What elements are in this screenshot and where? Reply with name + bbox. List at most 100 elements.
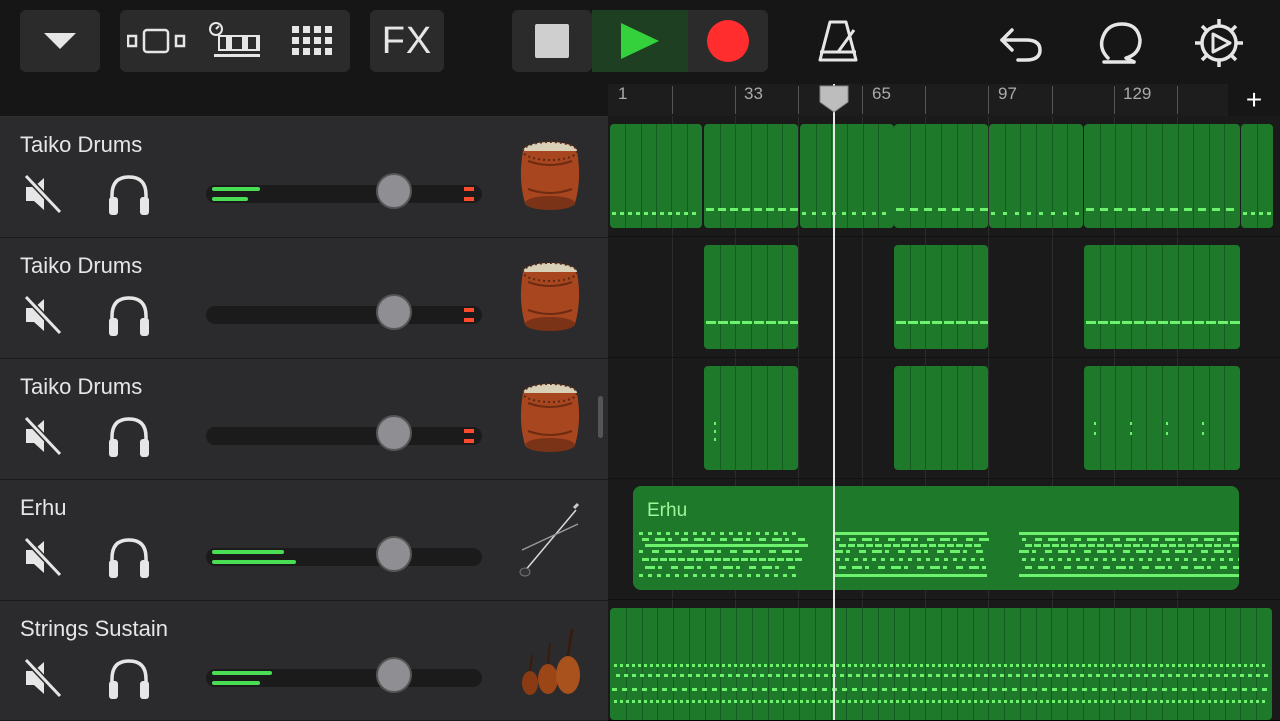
track-region[interactable] (704, 124, 798, 228)
erhu-region[interactable]: Erhu (633, 486, 1239, 590)
track-header-taiko-1[interactable]: Taiko Drums (0, 117, 608, 238)
live-loops-button[interactable] (276, 10, 350, 72)
track-region[interactable] (1084, 366, 1240, 470)
midi-note (698, 664, 701, 667)
midi-note (926, 664, 929, 667)
mute-icon[interactable] (22, 415, 64, 457)
headphones-icon[interactable] (106, 657, 152, 701)
track-header-taiko-3[interactable]: Taiko Drums (0, 359, 608, 480)
track-region[interactable] (894, 366, 988, 470)
midi-note (848, 700, 851, 703)
volume-knob[interactable] (376, 294, 412, 330)
ruler-tick (1177, 86, 1178, 114)
timeline-ruler[interactable]: 1 33 65 97 129 (608, 84, 1228, 116)
track-header-strings[interactable]: Strings Sustain (0, 601, 608, 721)
midi-note (935, 558, 939, 561)
track-region[interactable] (894, 124, 988, 228)
add-track-button[interactable]: + (1228, 84, 1280, 116)
headphones-icon[interactable] (106, 294, 152, 338)
midi-note (710, 566, 717, 569)
track-region[interactable] (894, 245, 988, 349)
region-divider (878, 124, 879, 228)
headphones-icon[interactable] (106, 536, 152, 580)
midi-note (655, 538, 665, 541)
midi-note (1262, 664, 1265, 667)
volume-knob[interactable] (376, 415, 412, 451)
track-region[interactable] (704, 245, 798, 349)
midi-note (1040, 664, 1043, 667)
region-divider (720, 124, 721, 228)
region-divider (642, 608, 643, 720)
midi-note (1122, 321, 1132, 324)
midi-note (1082, 700, 1085, 703)
record-button[interactable] (688, 10, 768, 72)
headphones-icon[interactable] (106, 173, 152, 217)
track-header-erhu[interactable]: Erhu (0, 480, 608, 601)
midi-note (947, 544, 954, 547)
midi-note (774, 532, 778, 535)
ruler-tick (672, 86, 673, 114)
midi-note (984, 674, 988, 677)
midi-note (658, 566, 662, 569)
mute-icon[interactable] (22, 657, 64, 699)
my-songs-button[interactable] (20, 10, 100, 72)
midi-note (1016, 700, 1019, 703)
midi-note (864, 674, 868, 677)
tracks-view-button[interactable] (196, 10, 276, 72)
midi-note (806, 700, 809, 703)
midi-note (979, 538, 989, 541)
midi-note (920, 700, 923, 703)
track-region[interactable] (1084, 245, 1240, 349)
scroll-indicator[interactable] (598, 396, 603, 438)
undo-button[interactable] (996, 18, 1046, 68)
midi-note (974, 544, 981, 547)
volume-knob[interactable] (376, 173, 412, 209)
track-region[interactable] (610, 124, 702, 228)
loop-browser-button[interactable] (1094, 16, 1148, 70)
mute-icon[interactable] (22, 536, 64, 578)
volume-slider[interactable] (206, 306, 482, 324)
track-region[interactable] (800, 124, 894, 228)
metronome-button[interactable] (810, 18, 866, 68)
volume-slider[interactable] (206, 427, 482, 445)
midi-note (1184, 558, 1188, 561)
midi-note (696, 674, 700, 677)
stop-button[interactable] (512, 10, 592, 72)
fx-button[interactable]: FX (370, 10, 444, 72)
playhead[interactable] (833, 84, 835, 720)
midi-note (1182, 321, 1192, 324)
playhead-handle[interactable] (818, 84, 850, 114)
track-region[interactable] (1241, 124, 1273, 228)
settings-button[interactable] (1192, 16, 1246, 70)
midi-note (824, 664, 827, 667)
volume-knob[interactable] (376, 657, 412, 693)
midi-note (917, 566, 924, 569)
mute-icon[interactable] (22, 294, 64, 336)
region-label: Erhu (647, 500, 688, 521)
midi-note (1220, 700, 1223, 703)
ruler-tick (1052, 86, 1053, 114)
midi-note (898, 550, 905, 553)
headphones-icon[interactable] (106, 415, 152, 459)
track-region[interactable] (704, 366, 798, 470)
play-button[interactable] (592, 10, 688, 72)
track-region[interactable] (1084, 124, 1240, 228)
midi-note (1142, 700, 1145, 703)
track-region[interactable] (989, 124, 1083, 228)
mute-icon[interactable] (22, 173, 64, 215)
midi-note (650, 700, 653, 703)
track-region[interactable] (610, 608, 1272, 720)
tracks-area[interactable]: Erhu (608, 116, 1280, 720)
midi-note (1170, 321, 1180, 324)
region-divider (1224, 366, 1225, 470)
midi-note (998, 664, 1001, 667)
midi-note (788, 566, 795, 569)
midi-note (776, 674, 780, 677)
volume-knob[interactable] (376, 536, 412, 572)
midi-note (956, 664, 959, 667)
midi-note (910, 208, 918, 211)
midi-note (744, 674, 748, 677)
midi-note (1202, 700, 1205, 703)
track-header-taiko-2[interactable]: Taiko Drums (0, 238, 608, 359)
browser-button[interactable] (120, 10, 194, 72)
